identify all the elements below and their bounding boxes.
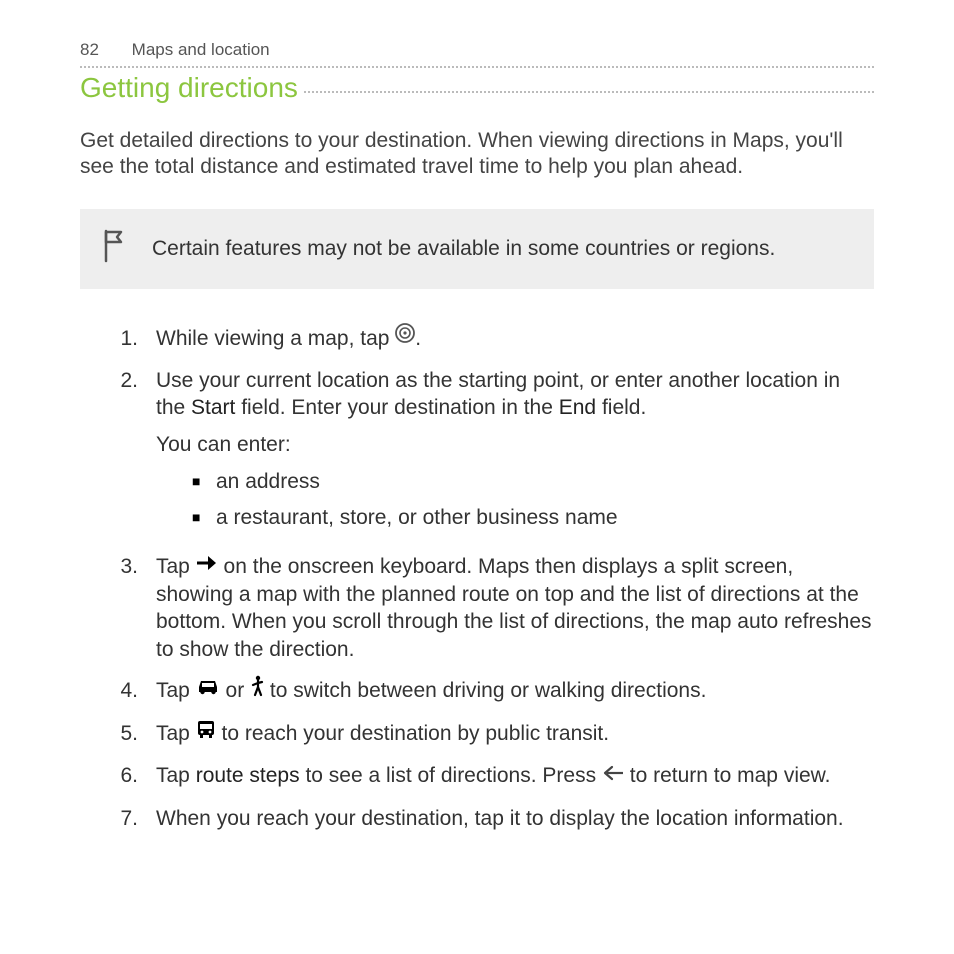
section-title-row: Getting directions xyxy=(80,72,874,104)
note-text: Certain features may not be available in… xyxy=(152,237,775,261)
field-label-start: Start xyxy=(191,396,235,419)
note-box: Certain features may not be available in… xyxy=(80,209,874,289)
section-title: Getting directions xyxy=(80,72,304,104)
step-body: Tap to reach your destination by public … xyxy=(156,720,874,748)
step-text: on the onscreen keyboard. Maps then disp… xyxy=(156,555,872,661)
bus-icon xyxy=(196,719,216,746)
route-steps-label: route steps xyxy=(196,764,300,787)
bullet-list: ■ an address ■ a restaurant, store, or o… xyxy=(192,468,874,531)
target-icon xyxy=(395,323,415,350)
divider xyxy=(80,66,874,68)
arrow-right-icon xyxy=(196,552,218,579)
step-body: When you reach your destination, tap it … xyxy=(156,805,874,832)
step-6: 6. Tap route steps to see a list of dire… xyxy=(80,762,874,790)
document-page: 82 Maps and location Getting directions … xyxy=(0,0,954,886)
walk-icon xyxy=(250,675,264,704)
section-title-dots xyxy=(304,91,874,93)
step-text: to see a list of directions. Press xyxy=(300,764,602,787)
step-text: Tap xyxy=(156,764,196,787)
field-label-end: End xyxy=(559,396,596,419)
step-number: 7. xyxy=(80,805,156,832)
step-1: 1. While viewing a map, tap . xyxy=(80,325,874,353)
step-text: While viewing a map, tap xyxy=(156,327,395,350)
intro-paragraph: Get detailed directions to your destinat… xyxy=(80,128,874,181)
step-text: field. Enter your destination in the xyxy=(235,396,558,419)
car-icon xyxy=(196,676,220,703)
step-text: Tap xyxy=(156,679,196,702)
page-header: 82 Maps and location xyxy=(80,40,874,60)
bullet-item: ■ a restaurant, store, or other business… xyxy=(192,504,874,531)
step-2: 2. Use your current location as the star… xyxy=(80,367,874,539)
step-number: 2. xyxy=(80,367,156,539)
step-text: . xyxy=(415,327,421,350)
bullet-text: an address xyxy=(216,468,320,495)
back-arrow-icon xyxy=(602,761,624,788)
step-number: 1. xyxy=(80,325,156,353)
step-subtext: You can enter: xyxy=(156,431,874,458)
bullet-mark: ■ xyxy=(192,508,216,526)
step-4: 4. Tap or to switch between driving or w… xyxy=(80,677,874,706)
step-3: 3. Tap on the onscreen keyboard. Maps th… xyxy=(80,553,874,663)
step-body: Tap route steps to see a list of directi… xyxy=(156,762,874,790)
bullet-mark: ■ xyxy=(192,472,216,490)
steps-list: 1. While viewing a map, tap . 2. Use you… xyxy=(80,325,874,832)
step-number: 4. xyxy=(80,677,156,706)
bullet-text: a restaurant, store, or other business n… xyxy=(216,504,618,531)
chapter-title: Maps and location xyxy=(132,40,270,59)
step-body: Tap on the onscreen keyboard. Maps then … xyxy=(156,553,874,663)
step-body: Tap or to switch between driving or walk… xyxy=(156,677,874,706)
bullet-item: ■ an address xyxy=(192,468,874,495)
step-text: to return to map view. xyxy=(624,764,831,787)
step-number: 5. xyxy=(80,720,156,748)
step-body: Use your current location as the startin… xyxy=(156,367,874,539)
step-text: to reach your destination by public tran… xyxy=(216,722,609,745)
step-text: or xyxy=(220,679,250,702)
step-text: to switch between driving or walking dir… xyxy=(264,679,706,702)
step-7: 7. When you reach your destination, tap … xyxy=(80,805,874,832)
page-number: 82 xyxy=(80,40,99,60)
step-body: While viewing a map, tap . xyxy=(156,325,874,353)
flag-icon xyxy=(102,229,128,269)
step-5: 5. Tap to reach your destination by publ… xyxy=(80,720,874,748)
step-number: 3. xyxy=(80,553,156,663)
step-text: field. xyxy=(596,396,646,419)
step-text: Tap xyxy=(156,555,196,578)
step-text: Tap xyxy=(156,722,196,745)
step-number: 6. xyxy=(80,762,156,790)
